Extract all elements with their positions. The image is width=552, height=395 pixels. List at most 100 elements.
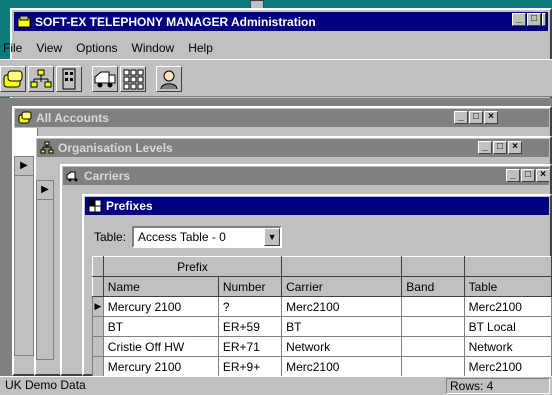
cell-band[interactable] xyxy=(401,356,465,376)
prefixes-title-bar[interactable]: Prefixes xyxy=(85,197,549,215)
table-row[interactable]: Mercury 2100 ER+9+ Merc2100 Merc2100 xyxy=(92,356,552,376)
accounts-title-bar[interactable]: All Accounts _ □ × xyxy=(15,109,549,127)
organisation-row-column xyxy=(36,200,54,360)
building-icon xyxy=(62,68,76,90)
cell-name[interactable]: Mercury 2100 xyxy=(102,296,219,317)
status-row-count: Rows: 4 xyxy=(446,378,550,394)
main-close-button[interactable] xyxy=(542,13,546,26)
table-label: Table: xyxy=(94,230,127,244)
corner-cell xyxy=(92,256,104,277)
corner-cell xyxy=(92,276,104,297)
status-dataset: UK Demo Data xyxy=(5,378,86,392)
cell-carrier[interactable]: Merc2100 xyxy=(281,296,403,317)
column-header-row: Name Number Carrier Band Table xyxy=(92,276,552,297)
cell-table[interactable]: Merc2100 xyxy=(463,296,552,317)
cell-table[interactable]: Merc2100 xyxy=(463,356,552,376)
cell-table[interactable]: BT Local xyxy=(463,316,552,337)
organisation-close-button[interactable]: × xyxy=(508,141,522,154)
group-header-empty xyxy=(463,256,552,277)
current-row-arrow-icon: ▶ xyxy=(92,296,104,317)
table-dropdown[interactable]: Access Table - 0 ▼ xyxy=(132,226,283,248)
cell-number[interactable]: ER+59 xyxy=(217,316,283,337)
column-header-name[interactable]: Name xyxy=(102,276,219,297)
accounts-maximize-button[interactable]: □ xyxy=(469,111,483,124)
organisation-title: Organisation Levels xyxy=(58,141,173,155)
keypad-tool-button[interactable] xyxy=(120,66,146,92)
toolbar xyxy=(0,59,552,97)
organisation-icon xyxy=(30,69,52,88)
app-phone-icon xyxy=(17,15,31,27)
main-maximize-button[interactable]: □ xyxy=(527,13,541,26)
dropdown-arrow-icon[interactable]: ▼ xyxy=(264,228,281,246)
cell-band[interactable] xyxy=(401,336,465,357)
menu-view[interactable]: View xyxy=(36,41,62,55)
user-tool-button[interactable] xyxy=(156,66,182,92)
prefixes-title: Prefixes xyxy=(106,199,153,213)
organisation-maximize-button[interactable]: □ xyxy=(493,141,507,154)
carriers-tool-button[interactable] xyxy=(92,66,118,92)
prefix-grid: Prefix Name Number Carrier Band Table ▶ … xyxy=(92,256,552,376)
menu-file[interactable]: File xyxy=(3,41,22,55)
table-selector: Table: Access Table - 0 ▼ xyxy=(94,226,283,248)
row-indicator xyxy=(92,356,104,376)
accounts-title: All Accounts xyxy=(36,111,109,125)
table-row[interactable]: ▶ Mercury 2100 ? Merc2100 Merc2100 xyxy=(92,296,552,317)
main-title: SOFT-EX TELEPHONY MANAGER Administration xyxy=(35,14,316,29)
accounts-window-icon xyxy=(18,111,32,124)
cell-table[interactable]: Network xyxy=(463,336,552,357)
carriers-maximize-button[interactable]: □ xyxy=(521,169,535,182)
group-header-row: Prefix xyxy=(92,256,552,277)
status-bar: UK Demo Data Rows: 4 xyxy=(0,376,552,395)
menu-bar: File View Options Window Help xyxy=(3,39,213,57)
cell-band[interactable] xyxy=(401,296,465,317)
user-icon xyxy=(160,70,178,90)
cell-number[interactable]: ER+9+ xyxy=(217,356,283,376)
main-minimize-button[interactable]: _ xyxy=(512,13,526,26)
table-row[interactable]: Cristie Off HW ER+71 Network Network xyxy=(92,336,552,357)
main-title-bar[interactable]: SOFT-EX TELEPHONY MANAGER Administration… xyxy=(14,12,548,31)
organisation-title-bar[interactable]: Organisation Levels _ □ × xyxy=(37,139,549,157)
prefixes-window-icon xyxy=(88,199,102,213)
cell-name[interactable]: Mercury 2100 xyxy=(102,356,219,376)
accounts-icon xyxy=(3,70,23,88)
group-header-empty xyxy=(281,256,403,277)
group-header-empty xyxy=(401,256,465,277)
keypad-icon xyxy=(123,69,144,90)
row-indicator xyxy=(92,316,104,337)
menu-help[interactable]: Help xyxy=(188,41,213,55)
table-row[interactable]: BT ER+59 BT BT Local xyxy=(92,316,552,337)
menu-options[interactable]: Options xyxy=(76,41,117,55)
menu-window[interactable]: Window xyxy=(132,41,175,55)
organisation-minimize-button[interactable]: _ xyxy=(478,141,492,154)
carriers-icon xyxy=(94,71,116,88)
prefixes-window: Prefixes Table: Access Table - 0 ▼ Prefi… xyxy=(82,194,552,376)
carriers-close-button[interactable]: × xyxy=(536,169,549,182)
cell-name[interactable]: Cristie Off HW xyxy=(102,336,219,357)
accounts-row-column xyxy=(14,176,34,356)
cell-band[interactable] xyxy=(401,316,465,337)
building-tool-button[interactable] xyxy=(56,66,82,92)
cell-number[interactable]: ER+71 xyxy=(217,336,283,357)
organisation-row-arrow-icon: ▶ xyxy=(36,180,54,200)
column-header-band[interactable]: Band xyxy=(401,276,465,297)
accounts-tool-button[interactable] xyxy=(0,66,26,92)
carriers-title-bar[interactable]: Carriers _ □ × xyxy=(63,167,549,185)
organisation-tool-button[interactable] xyxy=(28,66,54,92)
cell-name[interactable]: BT xyxy=(102,316,219,337)
accounts-row-arrow-icon: ▶ xyxy=(14,156,34,176)
carriers-minimize-button[interactable]: _ xyxy=(506,169,520,182)
column-header-table[interactable]: Table xyxy=(463,276,552,297)
background-grid-indicators: ▶ ▶ xyxy=(14,126,74,360)
accounts-close-button[interactable]: × xyxy=(484,111,498,124)
table-dropdown-value: Access Table - 0 xyxy=(138,230,226,244)
group-header-prefix: Prefix xyxy=(102,256,283,277)
cell-carrier[interactable]: Merc2100 xyxy=(281,356,403,376)
carriers-title: Carriers xyxy=(84,169,131,183)
column-header-number[interactable]: Number xyxy=(217,276,283,297)
accounts-minimize-button[interactable]: _ xyxy=(454,111,468,124)
cell-number[interactable]: ? xyxy=(217,296,283,317)
column-header-carrier[interactable]: Carrier xyxy=(281,276,403,297)
row-indicator xyxy=(92,336,104,357)
cell-carrier[interactable]: Network xyxy=(281,336,403,357)
cell-carrier[interactable]: BT xyxy=(281,316,403,337)
